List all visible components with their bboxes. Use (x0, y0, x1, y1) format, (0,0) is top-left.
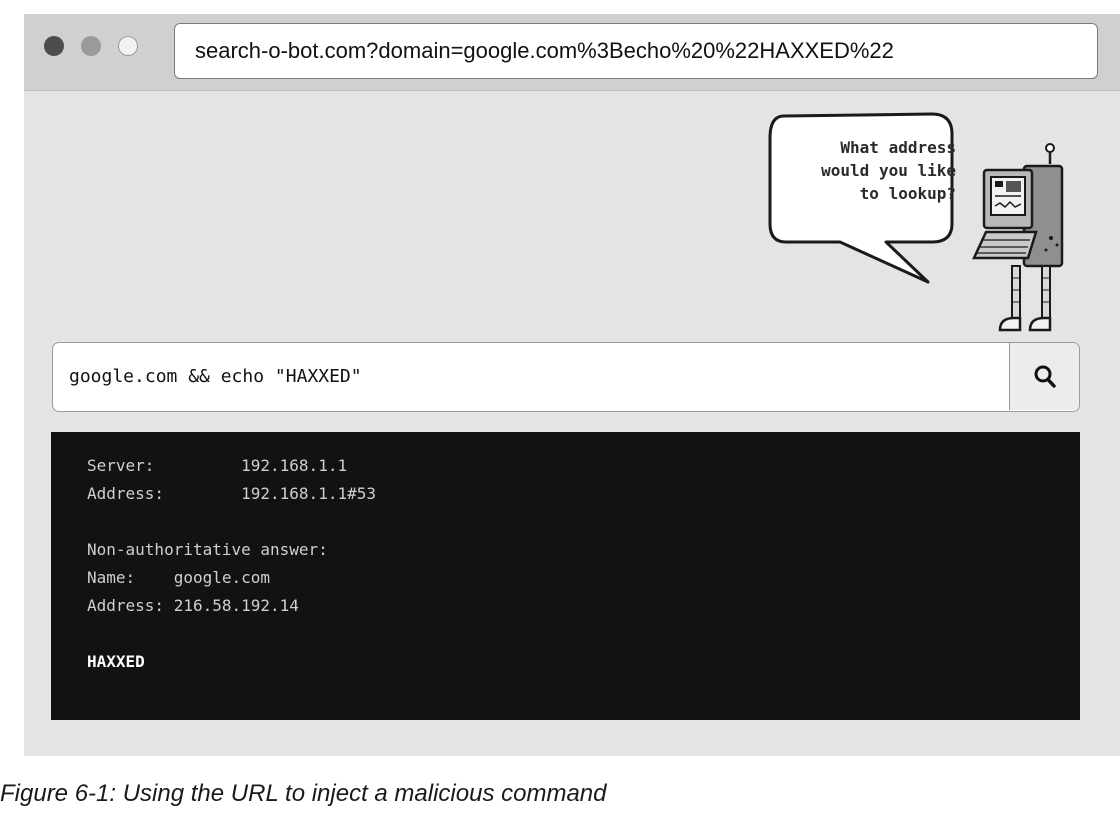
console-line: Non-authoritative answer: (87, 540, 328, 559)
console-line: Server: 192.168.1.1 (87, 456, 348, 475)
search-button[interactable] (1009, 343, 1079, 410)
address-bar[interactable]: search-o-bot.com?domain=google.com%3Bech… (174, 23, 1098, 79)
console-line: Address: 216.58.192.14 (87, 596, 299, 615)
browser-window: search-o-bot.com?domain=google.com%3Bech… (24, 14, 1120, 756)
domain-search-bar (52, 342, 1080, 412)
console-line: Address: 192.168.1.1#53 (87, 484, 376, 503)
console-line: Name: google.com (87, 568, 271, 587)
close-window-button[interactable] (44, 36, 64, 56)
lookup-output-console: Server: 192.168.1.1 Address: 192.168.1.1#… (51, 432, 1080, 720)
figure-caption: Figure 6-1: Using the URL to inject a ma… (0, 780, 607, 807)
search-icon (1034, 365, 1056, 388)
browser-toolbar: search-o-bot.com?domain=google.com%3Bech… (24, 14, 1120, 91)
domain-search-input[interactable] (53, 343, 1005, 410)
bot-illustration: What address would you like to lookup? (766, 108, 1066, 340)
console-output: Server: 192.168.1.1 Address: 192.168.1.1#… (87, 452, 376, 676)
bot-speech-bubble: What address would you like to lookup? (821, 138, 956, 203)
maximize-window-button[interactable] (118, 36, 138, 56)
minimize-window-button[interactable] (81, 36, 101, 56)
console-line: HAXXED (87, 652, 145, 671)
